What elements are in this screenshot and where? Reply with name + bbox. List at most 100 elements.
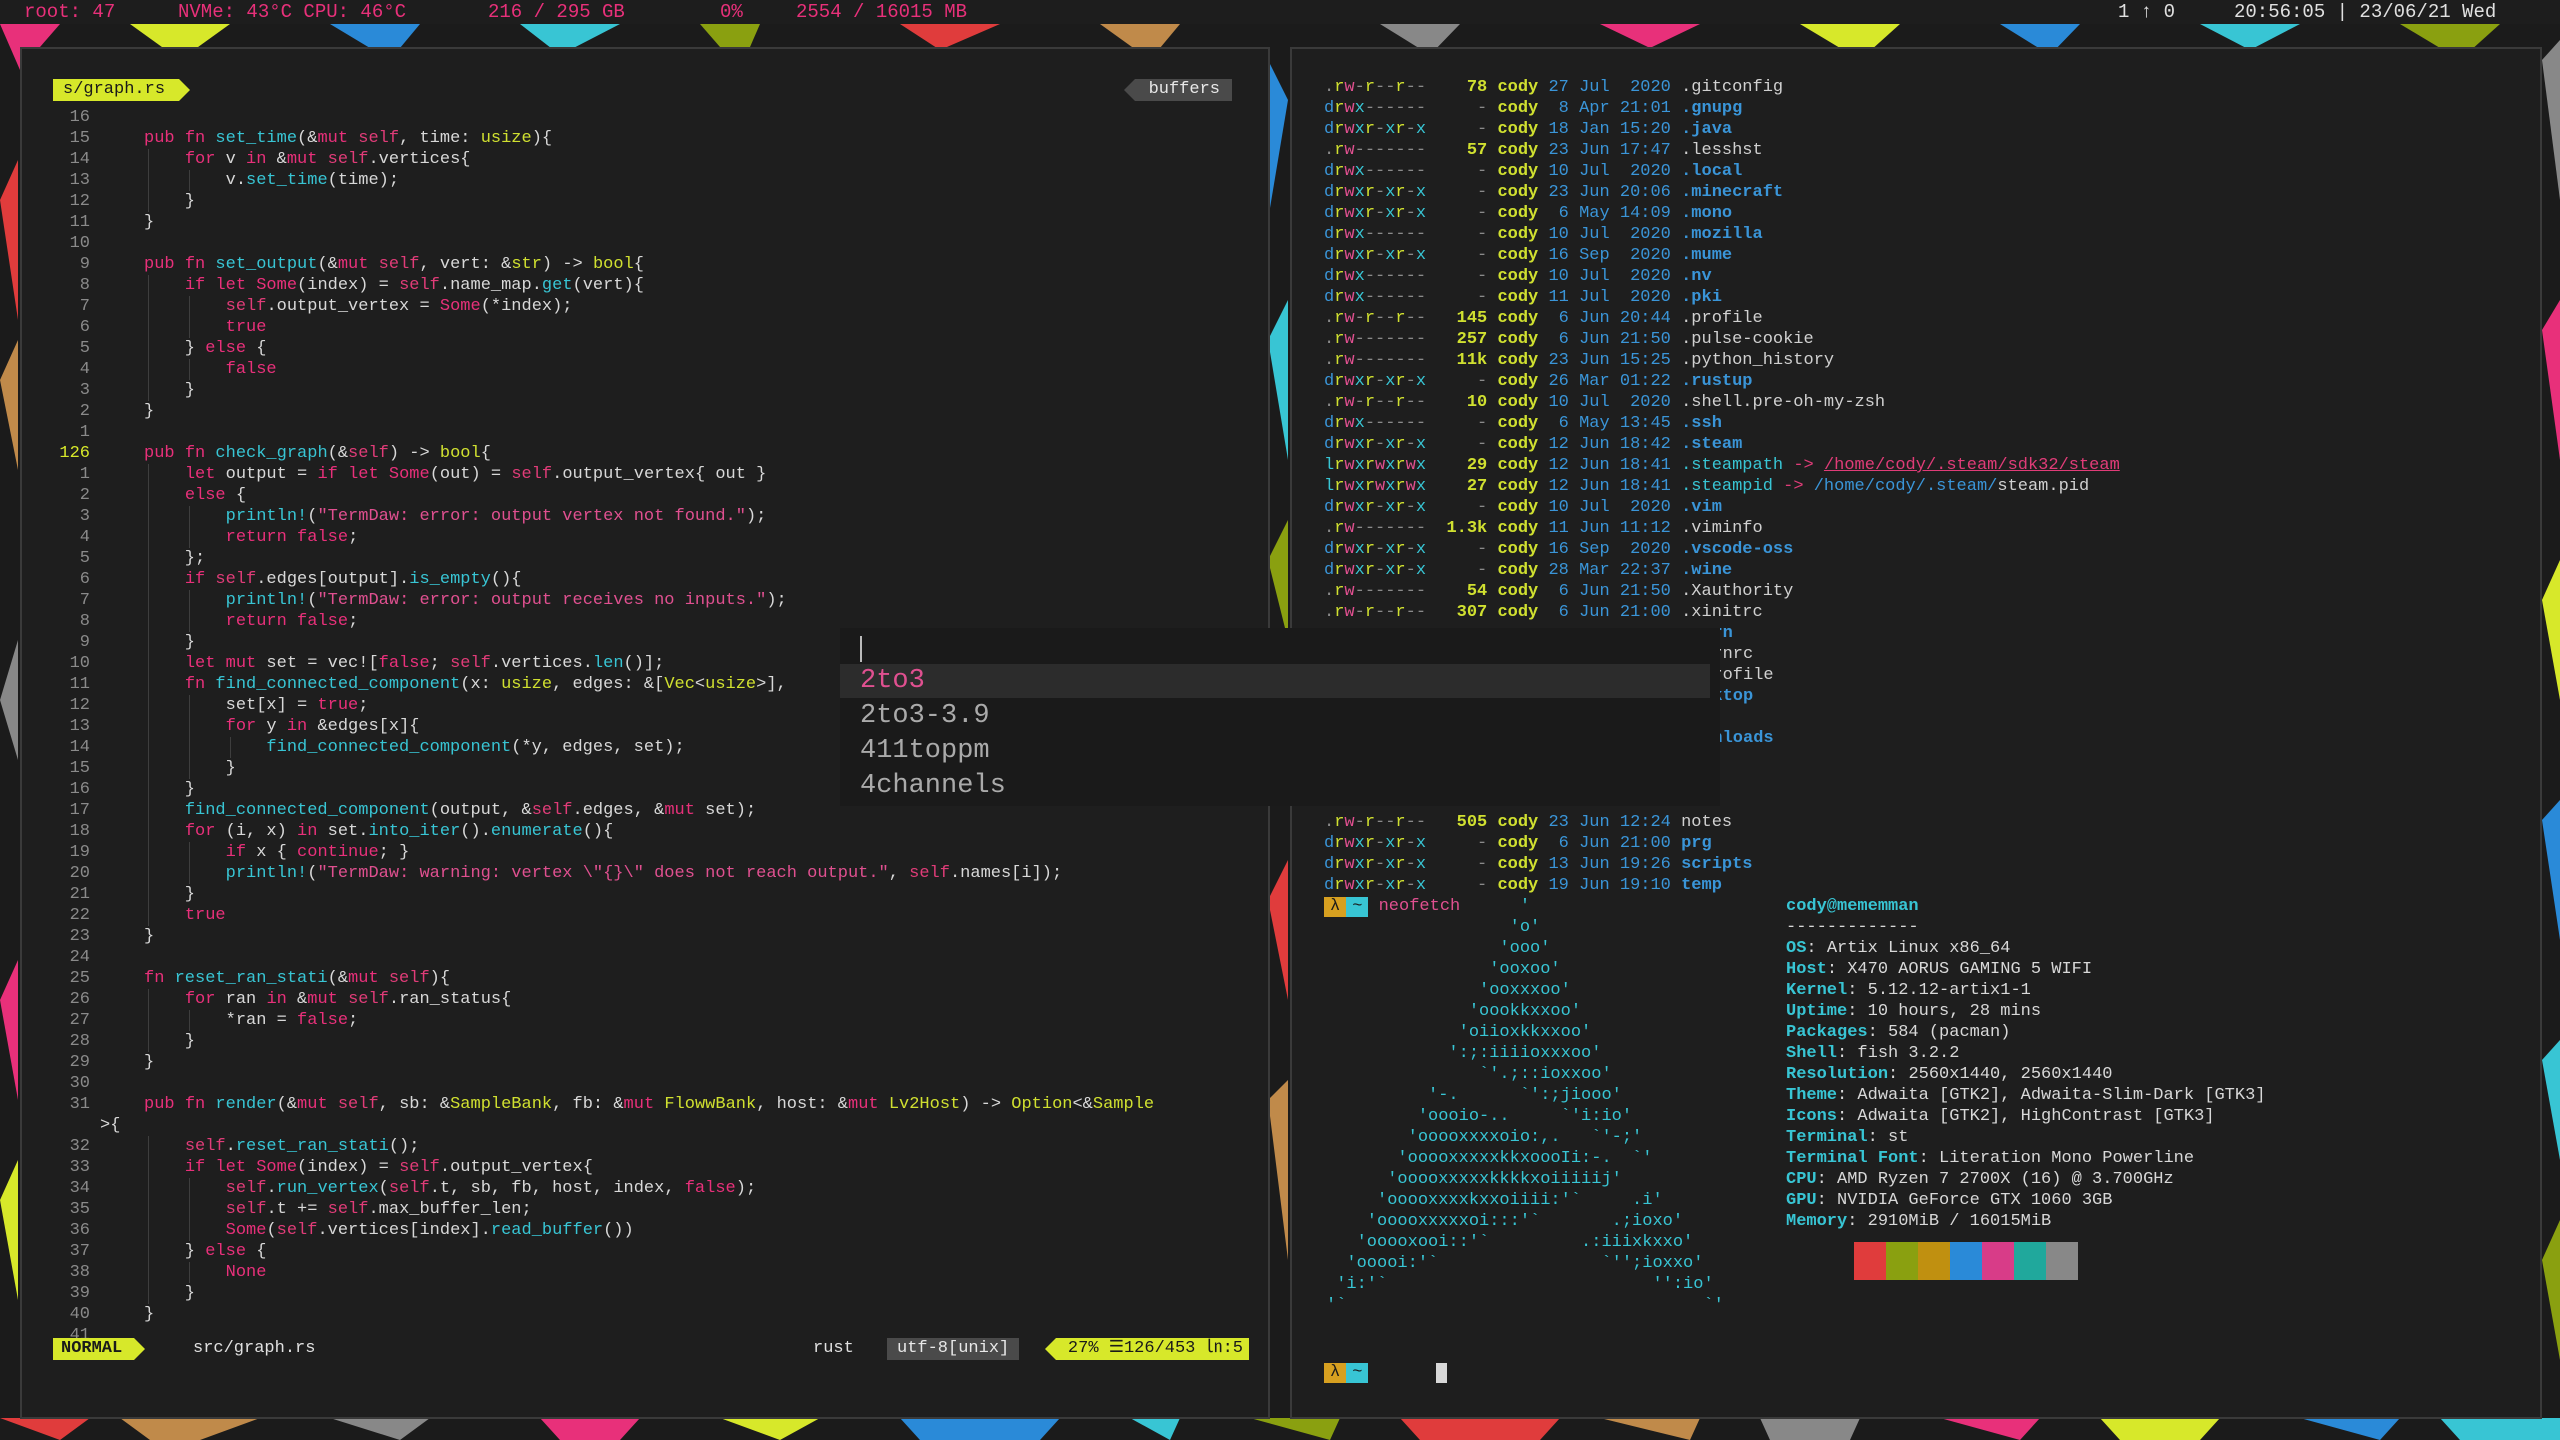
line-number: 6 [79, 570, 90, 589]
code-line: 15 pub fn set_time(&mut self, time: usize… [22, 128, 1262, 149]
ls-row: drwxr-xr-x - cody 16 Sep 2020 .vscode-os… [1324, 540, 1794, 559]
code-line: 18 for (i, x) in set.into_iter().enumera… [22, 821, 1262, 842]
line-text: } [144, 402, 155, 421]
wallpaper-shape [2100, 1418, 2220, 1440]
code-line: 3 } [22, 380, 1262, 401]
line-text: println!("TermDaw: error: output vertex … [225, 507, 767, 526]
line-number: 24 [69, 948, 90, 967]
line-number: 16 [69, 780, 90, 799]
completion-item[interactable]: 2to3 [860, 664, 925, 698]
line-number: 10 [69, 654, 90, 673]
completion-popup[interactable]: 2to3 2to3-3.9 411toppm 4channels [840, 628, 1720, 806]
line-number: 31 [69, 1095, 90, 1114]
tab-current-file[interactable]: s/graph.rs [53, 79, 191, 101]
code-line: 38 None [22, 1262, 1262, 1283]
ls-row: drwx------ - cody 10 Jul 2020 .nv [1324, 267, 1712, 286]
neofetch-art-line: '-. `':;jiooo' [1326, 1086, 1622, 1105]
completion-item[interactable]: 4channels [860, 769, 1006, 803]
color-block [2014, 1242, 2046, 1280]
neofetch-separator: ------------- [1786, 918, 1919, 937]
code-line: 16 [22, 107, 1262, 128]
line-number: 23 [69, 927, 90, 946]
code-line: 9 pub fn set_output(&mut self, vert: &str… [22, 254, 1262, 275]
line-text: } [144, 927, 155, 946]
line-number: 12 [69, 696, 90, 715]
disk-usage: 216 / 295 GB [488, 1, 625, 23]
popup-text-cursor [860, 636, 862, 662]
ls-row: drwxr-xr-x - cody 6 Jun 21:00 prg [1324, 834, 1712, 853]
line-number: 13 [69, 717, 90, 736]
neofetch-info-line: OS: Artix Linux x86_64 [1786, 939, 2011, 958]
line-number: 4 [79, 360, 90, 379]
ls-row: drwxr-xr-x - cody 13 Jun 19:26 scripts [1324, 855, 1753, 874]
code-line: 2 else { [22, 485, 1262, 506]
vim-status-file: src/graph.rs [193, 1339, 316, 1358]
line-number: 10 [69, 234, 90, 253]
line-text: find_connected_component(*y, edges, set)… [266, 738, 685, 757]
code-line: 14 for v in &mut self.vertices{ [22, 149, 1262, 170]
shell-prompt-active[interactable]: λ ~ [1324, 1362, 1369, 1383]
code-line: 126 pub fn check_graph(&self) -> bool{ [22, 443, 1262, 464]
line-number: 19 [69, 843, 90, 862]
neofetch-art-line: `'.;::ioxxoo' [1326, 1065, 1612, 1084]
line-text: pub fn render(&mut self, sb: &SampleBank… [144, 1095, 1155, 1114]
line-number: 4 [79, 528, 90, 547]
line-number: 3 [79, 381, 90, 400]
code-line: 13 v.set_time(time); [22, 170, 1262, 191]
line-text: true [225, 318, 267, 337]
ls-row: drwx------ - cody 10 Jul 2020 .local [1324, 162, 1743, 181]
completion-item[interactable]: 411toppm [860, 734, 990, 768]
ls-row: drwx------ - cody 8 Apr 21:01 .gnupg [1324, 99, 1743, 118]
code-line: 30 [22, 1073, 1262, 1094]
top-status-bar: root: 47 NVMe: 43°C CPU: 46°C 216 / 295 … [0, 0, 2560, 24]
line-number: 22 [69, 906, 90, 925]
line-text: for ran in &mut self.ran_status{ [184, 990, 512, 1009]
code-line: 26 for ran in &mut self.ran_status{ [22, 989, 1262, 1010]
line-number: 5 [79, 339, 90, 358]
line-number: 30 [69, 1074, 90, 1093]
wallpaper-shape [2440, 1418, 2560, 1440]
tab-buffers[interactable]: buffers [1123, 79, 1232, 101]
code-line: 29} [22, 1052, 1262, 1073]
ls-row: .rw-r--r-- 10 cody 10 Jul 2020 .shell.pr… [1324, 393, 1886, 412]
neofetch-info-line: CPU: AMD Ryzen 7 2700X (16) @ 3.700GHz [1786, 1170, 2174, 1189]
code-line: 6 true [22, 317, 1262, 338]
line-number: 15 [69, 129, 90, 148]
neofetch-info-line: Terminal: st [1786, 1128, 1909, 1147]
neofetch-info-line: Terminal Font: Literation Mono Powerline [1786, 1149, 2195, 1168]
code-line: 23} [22, 926, 1262, 947]
ls-row: drwx------ - cody 10 Jul 2020 .mozilla [1324, 225, 1763, 244]
code-line: 27 *ran = false; [22, 1010, 1262, 1031]
line-text: Some(self.vertices[index].read_buffer()) [225, 1221, 634, 1240]
neofetch-header: cody@mememman [1786, 897, 1919, 916]
code-line: 20 println!("TermDaw: warning: vertex \"… [22, 863, 1262, 884]
line-text: for (i, x) in set.into_iter().enumerate(… [184, 822, 614, 841]
line-number: 37 [69, 1242, 90, 1261]
code-line: 2} [22, 401, 1262, 422]
line-text: >{ [100, 1116, 121, 1135]
temperature-readout: NVMe: 43°C CPU: 46°C [178, 1, 407, 23]
code-line: 39 } [22, 1283, 1262, 1304]
code-line: 1 [22, 422, 1262, 443]
memory-usage: 2554 / 16015 MB [796, 1, 968, 23]
line-text: else { [184, 486, 247, 505]
line-text: if self.edges[output].is_empty(){ [184, 570, 522, 589]
workspace-indicator[interactable]: 1 ↑ 0 [2118, 0, 2175, 24]
code-line: 3 println!("TermDaw: error: output verte… [22, 506, 1262, 527]
code-line: 32 self.reset_ran_stati(); [22, 1136, 1262, 1157]
neofetch-art-line: 'ooooxxxxxkkkkxoiiiiij' [1326, 1170, 1622, 1189]
line-text: } [144, 759, 236, 778]
line-number: 13 [69, 171, 90, 190]
neofetch-info-line: Shell: fish 3.2.2 [1786, 1044, 1960, 1063]
line-number: 28 [69, 1032, 90, 1051]
color-block [1982, 1242, 2014, 1280]
line-number: 2 [79, 486, 90, 505]
line-text: *ran = false; [144, 1011, 359, 1030]
completion-item[interactable]: 2to3-3.9 [860, 699, 990, 733]
line-number: 38 [69, 1263, 90, 1282]
line-number: 9 [79, 255, 90, 274]
line-number: 21 [69, 885, 90, 904]
line-text: if x { continue; } [225, 843, 410, 862]
line-number: 39 [69, 1284, 90, 1303]
line-text: return false; [225, 528, 359, 547]
